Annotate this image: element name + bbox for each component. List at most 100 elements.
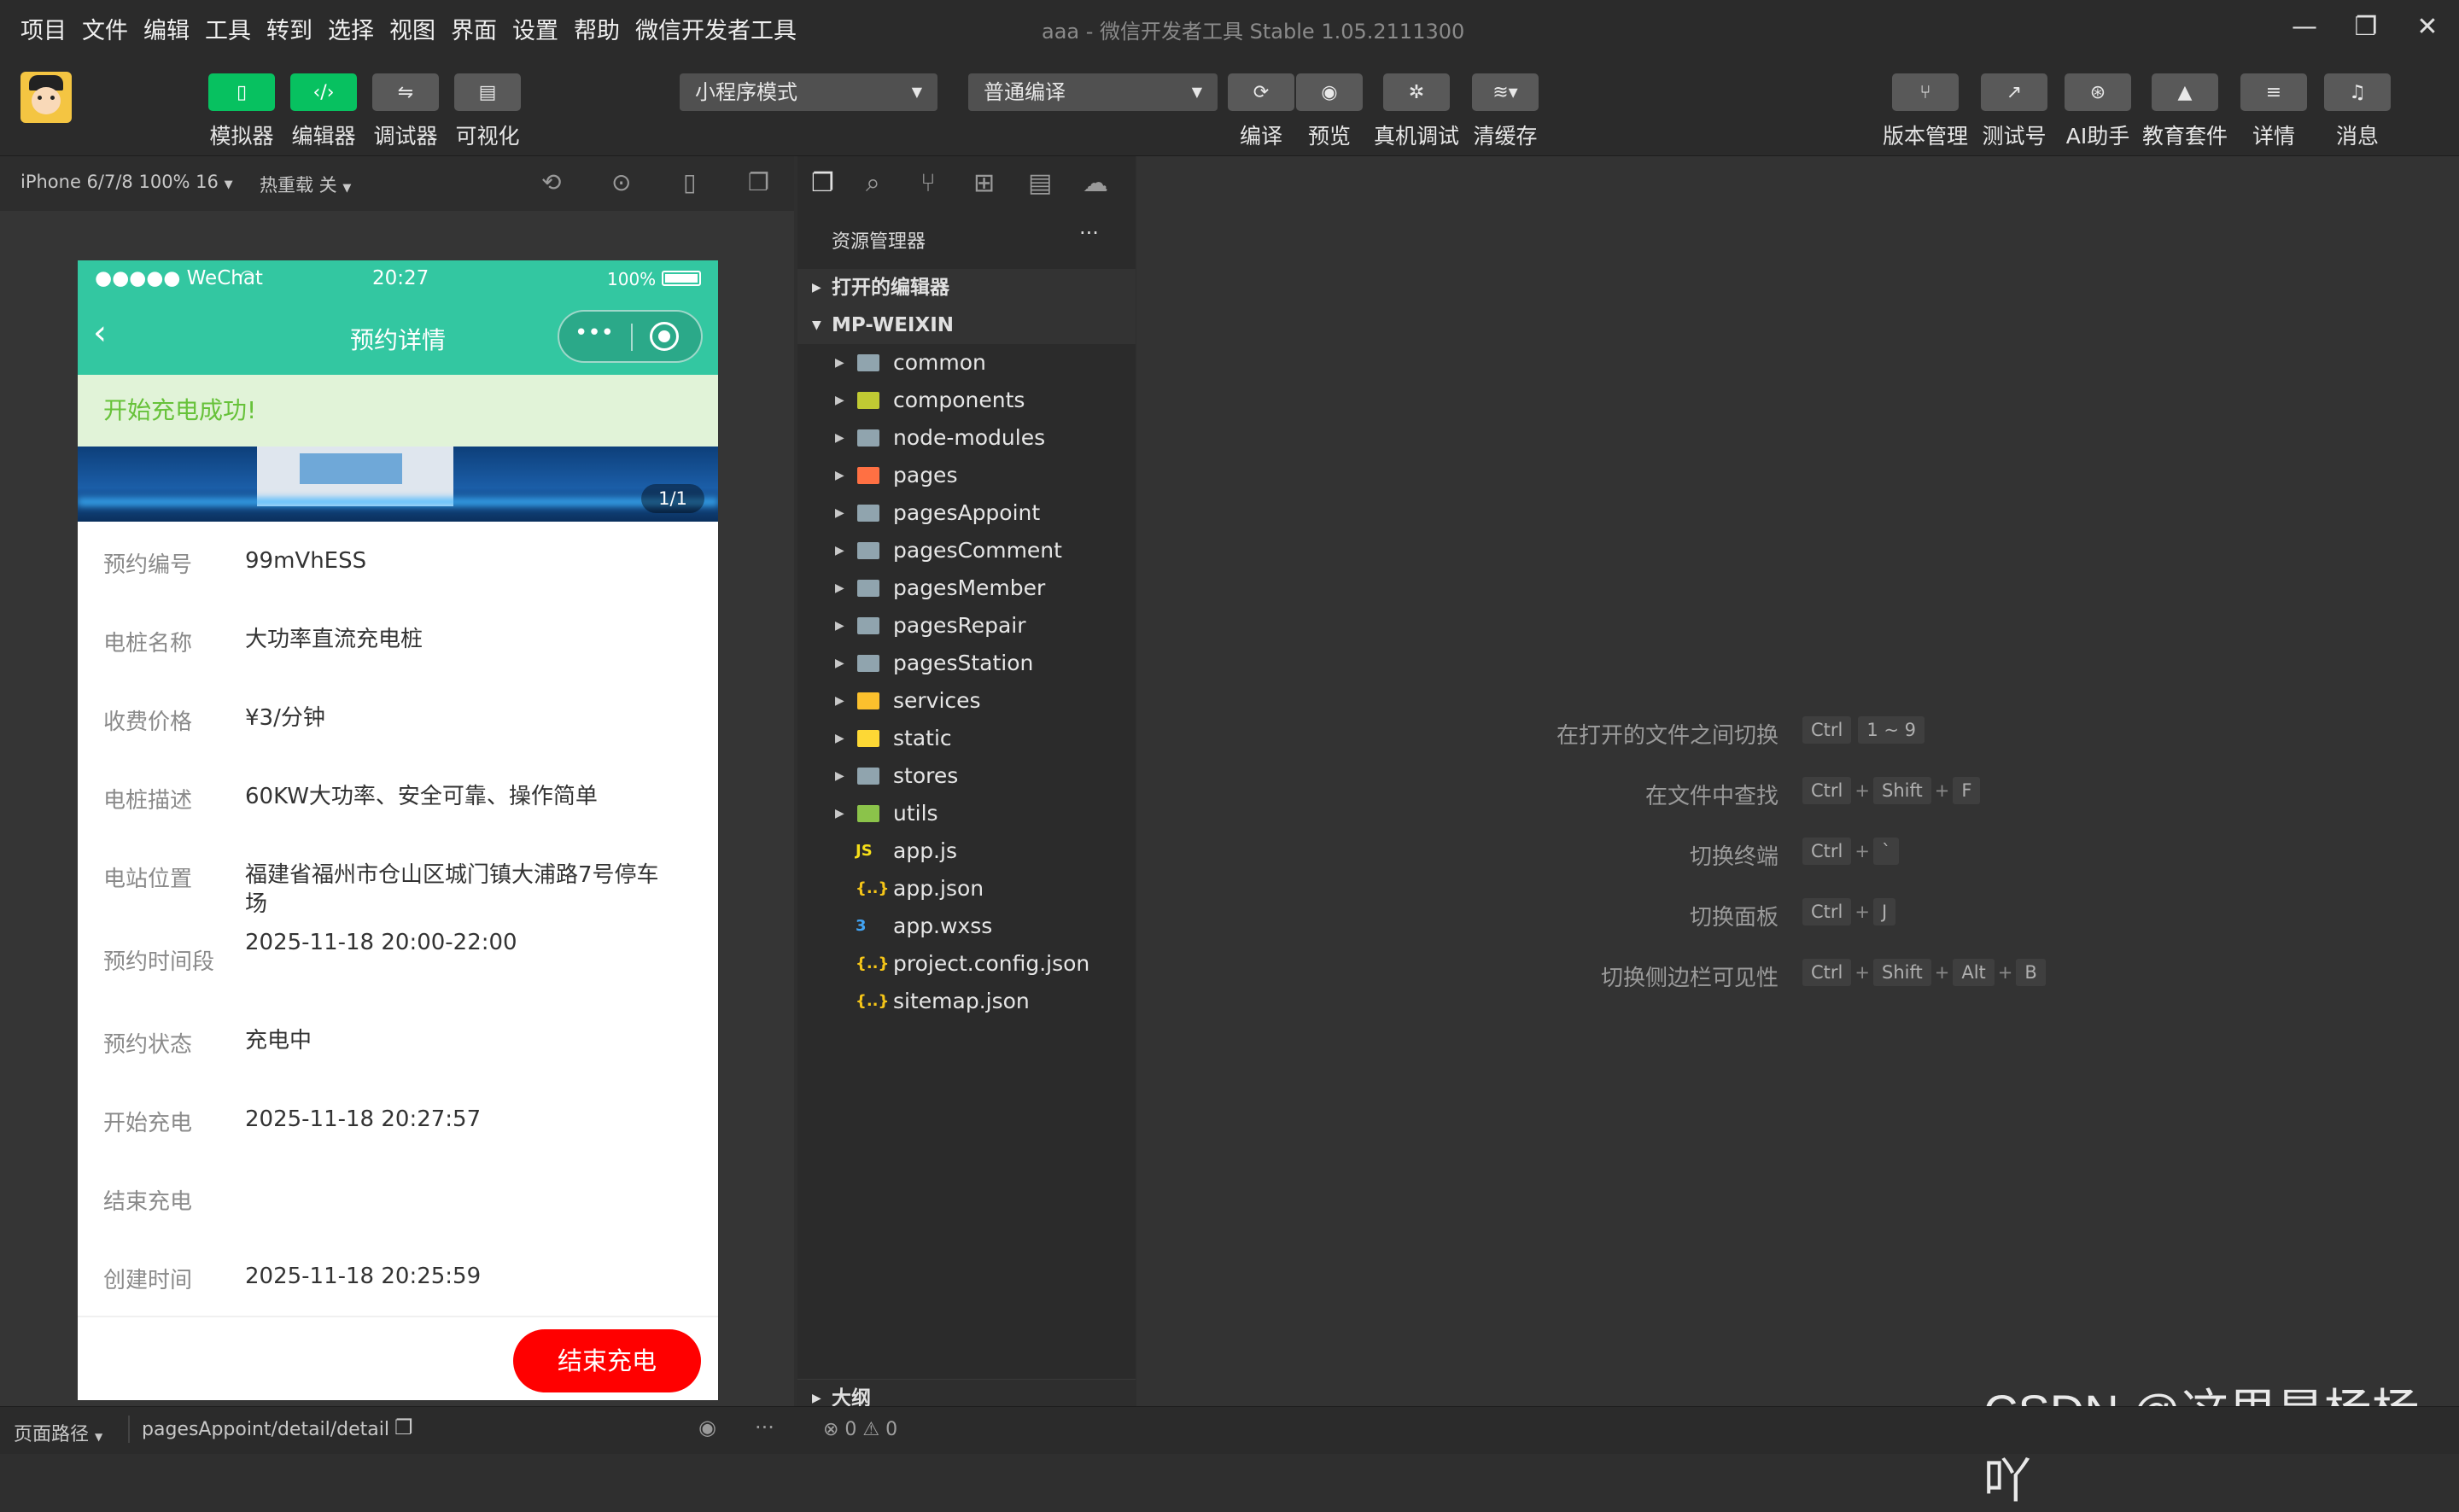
eye-icon[interactable]: ◉ (698, 1416, 716, 1439)
tree-folder[interactable]: ▶ utils (797, 795, 1136, 832)
carrier-signal: ●●●●● WeChat (95, 267, 263, 289)
editor-toggle-button[interactable]: ‹/› (290, 73, 357, 111)
graduation-cap-icon: ▲ (2177, 81, 2193, 103)
docker-icon[interactable]: ☁ (1083, 168, 1108, 198)
stop-icon[interactable]: ⊙ (611, 168, 631, 196)
refresh-icon: ⟳ (1253, 81, 1270, 103)
project-section[interactable]: ▼ MP-WEIXIN (797, 306, 1136, 344)
tree-file[interactable]: {..} app.json (797, 870, 1136, 908)
menu-item-1[interactable]: 文件 (82, 12, 128, 45)
tree-folder[interactable]: ▶ static (797, 720, 1136, 757)
compile-button[interactable]: ⟳ (1228, 73, 1294, 111)
ai-assistant-button[interactable]: ⊛ (2065, 73, 2131, 111)
page-path-select[interactable]: 页面路径 ▼ (14, 1419, 102, 1446)
shortcut-label: 切换面板 (1689, 905, 1779, 931)
compile-select[interactable]: 普通编译 ▼ (968, 73, 1218, 111)
preview-button[interactable]: ◉ (1296, 73, 1363, 111)
activity-bar: ❐ ⌕ ⑂ ⊞ ▤ ☁ (797, 156, 1136, 211)
messages-label: 消息 (2335, 124, 2379, 149)
tree-folder[interactable]: ▶ services (797, 682, 1136, 720)
status-more-button[interactable]: ··· (755, 1416, 774, 1439)
test-account-button[interactable]: ↗ (1981, 73, 2047, 111)
menu-item-8[interactable]: 设置 (512, 12, 558, 45)
device-select[interactable]: iPhone 6/7/8 100% 16 ▼ (20, 172, 233, 192)
clear-cache-button[interactable]: ≋▾ (1472, 73, 1539, 111)
menu-item-10[interactable]: 微信开发者工具 (635, 12, 797, 45)
caret-down-icon: ▼ (1191, 84, 1202, 100)
tree-folder[interactable]: ▶ pagesStation (797, 645, 1136, 682)
info-row-value: 2025-11-18 20:25:59 (245, 1264, 482, 1289)
tree-folder[interactable]: ▶ components (797, 382, 1136, 419)
tree-folder[interactable]: ▶ pagesComment (797, 532, 1136, 569)
menu-item-9[interactable]: 帮助 (574, 12, 620, 45)
tree-item-name: pagesMember (893, 575, 1046, 600)
menu-item-4[interactable]: 转到 (266, 12, 312, 45)
minimize-button[interactable]: — (2283, 7, 2326, 48)
info-row-label: 收费价格 (103, 709, 193, 735)
tree-folder[interactable]: ▶ pagesAppoint (797, 494, 1136, 532)
tree-folder[interactable]: ▶ stores (797, 757, 1136, 795)
tree-file[interactable]: {..} project.config.json (797, 945, 1136, 983)
tree-folder[interactable]: ▶ pagesMember (797, 569, 1136, 607)
popout-icon[interactable]: ❐ (748, 168, 769, 196)
menu-item-5[interactable]: 选择 (328, 12, 374, 45)
remote-debug-button[interactable]: ✲ (1383, 73, 1450, 111)
close-mini-program-icon[interactable] (650, 322, 679, 351)
tree-folder[interactable]: ▶ pages (797, 457, 1136, 494)
tree-item-name: app.wxss (893, 914, 993, 938)
storage-icon[interactable]: ▤ (1028, 168, 1052, 198)
files-icon[interactable]: ❐ (811, 168, 834, 198)
version-control-button[interactable]: ⑂ (1892, 73, 1959, 111)
avatar[interactable] (20, 72, 72, 123)
info-row-value: 2025-11-18 20:27:57 (245, 1106, 482, 1132)
tree-item-name: utils (893, 801, 938, 826)
info-row-value: 大功率直流充电桩 (245, 627, 423, 652)
debugger-toggle-button[interactable]: ⇋ (372, 73, 439, 111)
more-dots-icon[interactable]: ••• (575, 320, 614, 346)
tree-folder[interactable]: ▶ node-modules (797, 419, 1136, 457)
info-row-value: 2025-11-18 20:00-22:00 (245, 930, 517, 955)
source-control-icon[interactable]: ⑂ (920, 168, 936, 198)
menu-item-6[interactable]: 视图 (389, 12, 435, 45)
info-row: 电桩描述 60KW大功率、安全可靠、操作简单 (78, 757, 718, 838)
hot-reload-value: 热重载 关 (260, 175, 337, 196)
tree-file[interactable]: 3 app.wxss (797, 908, 1136, 945)
details-button[interactable]: ≡ (2240, 73, 2307, 111)
problems-count[interactable]: ⊗ 0 ⚠ 0 (823, 1419, 897, 1440)
menu-item-0[interactable]: 项目 (20, 12, 67, 45)
battery-percent: 100% (607, 269, 657, 289)
open-editors-section[interactable]: ▶ 打开的编辑器 (797, 269, 1136, 306)
tree-folder[interactable]: ▶ pagesRepair (797, 607, 1136, 645)
simulator-toggle-button[interactable]: ▯ (208, 73, 275, 111)
station-image-swiper[interactable]: 1/1 (78, 447, 718, 522)
maximize-button[interactable]: ❐ (2345, 7, 2387, 48)
close-button[interactable]: ✕ (2406, 7, 2449, 48)
extensions-icon[interactable]: ⊞ (973, 168, 995, 198)
rotate-icon[interactable]: ⟲ (541, 168, 561, 196)
explorer-more-button[interactable]: ··· (1079, 221, 1099, 245)
tree-file[interactable]: {..} sitemap.json (797, 983, 1136, 1020)
info-row-label: 预约状态 (103, 1032, 193, 1058)
hot-reload-select[interactable]: 热重载 关 ▼ (260, 172, 351, 197)
visual-toggle-button[interactable]: ▤ (454, 73, 521, 111)
bottom-status-bar: 页面路径 ▼ pagesAppoint/detail/detail ❐ ◉ ··… (0, 1406, 2459, 1454)
education-button[interactable]: ▲ (2152, 73, 2218, 111)
chevron-right-icon: ▶ (835, 544, 844, 558)
info-row-value: 福建省福州市仓山区城门镇大浦路7号停车场 (245, 862, 659, 917)
tree-item-name: node-modules (893, 425, 1046, 450)
menu-item-7[interactable]: 界面 (451, 12, 497, 45)
copy-icon[interactable]: ❐ (394, 1416, 413, 1439)
mode-select[interactable]: 小程序模式 ▼ (680, 73, 937, 111)
end-charging-button[interactable]: 结束充电 (513, 1329, 701, 1392)
search-icon[interactable]: ⌕ (866, 168, 880, 198)
shortcut-keys: Ctrl 1 ~ 9 (1799, 716, 1928, 744)
keycap: F (1953, 777, 1981, 804)
tree-folder[interactable]: ▶ common (797, 344, 1136, 382)
messages-button[interactable]: ♫ (2324, 73, 2391, 111)
tree-file[interactable]: JS app.js (797, 832, 1136, 870)
caret-down-icon: ▼ (342, 182, 352, 195)
folder-icon (857, 467, 879, 484)
menu-item-3[interactable]: 工具 (205, 12, 251, 45)
phone-frame-icon[interactable]: ▯ (683, 168, 696, 196)
menu-item-2[interactable]: 编辑 (143, 12, 190, 45)
